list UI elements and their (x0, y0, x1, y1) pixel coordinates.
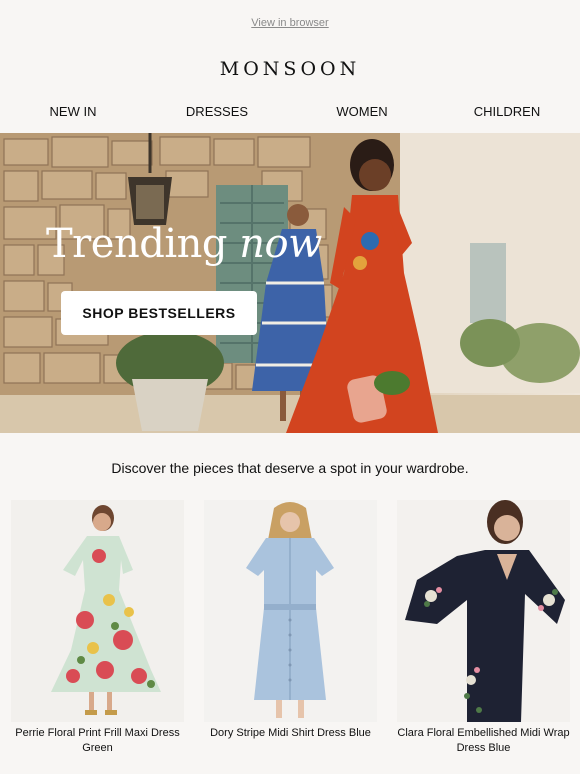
nav-item-dresses[interactable]: DRESSES (157, 104, 277, 119)
hero-photo (0, 133, 580, 433)
product-card-clara[interactable]: Clara Floral Embellished Midi Wrap Dress… (397, 500, 570, 756)
nav-item-children[interactable]: CHILDREN (447, 104, 567, 119)
hero-title-accent: now (239, 221, 322, 267)
product-image-perrie[interactable] (11, 500, 184, 722)
shop-bestsellers-button[interactable]: SHOP BESTSELLERS (61, 291, 257, 335)
brand-logo[interactable]: MONSOON (0, 58, 580, 80)
product-photo (11, 500, 184, 722)
tagline: Discover the pieces that deserve a spot … (111, 460, 469, 476)
product-name[interactable]: Dory Stripe Midi Shirt Dress Blue (204, 726, 377, 741)
hero-title: Trending now (46, 221, 322, 267)
product-name[interactable]: Clara Floral Embellished Midi Wrap Dress… (397, 726, 570, 756)
view-in-browser-link[interactable]: View in browser (0, 17, 580, 29)
nav-item-women[interactable]: WOMEN (302, 104, 422, 119)
product-image-dory[interactable] (204, 500, 377, 722)
product-card-dory[interactable]: Dory Stripe Midi Shirt Dress Blue (204, 500, 377, 741)
product-photo (397, 500, 570, 722)
product-photo (204, 500, 377, 722)
nav-item-new-in[interactable]: NEW IN (13, 104, 133, 119)
main-nav: NEW IN DRESSES WOMEN CHILDREN (0, 104, 580, 122)
product-card-perrie[interactable]: Perrie Floral Print Frill Maxi Dress Gre… (11, 500, 184, 756)
hero-banner[interactable]: Trending now SHOP BESTSELLERS (0, 133, 580, 433)
hero-title-main: Trending (46, 221, 228, 267)
product-image-clara[interactable] (397, 500, 570, 722)
product-name[interactable]: Perrie Floral Print Frill Maxi Dress Gre… (11, 726, 184, 756)
